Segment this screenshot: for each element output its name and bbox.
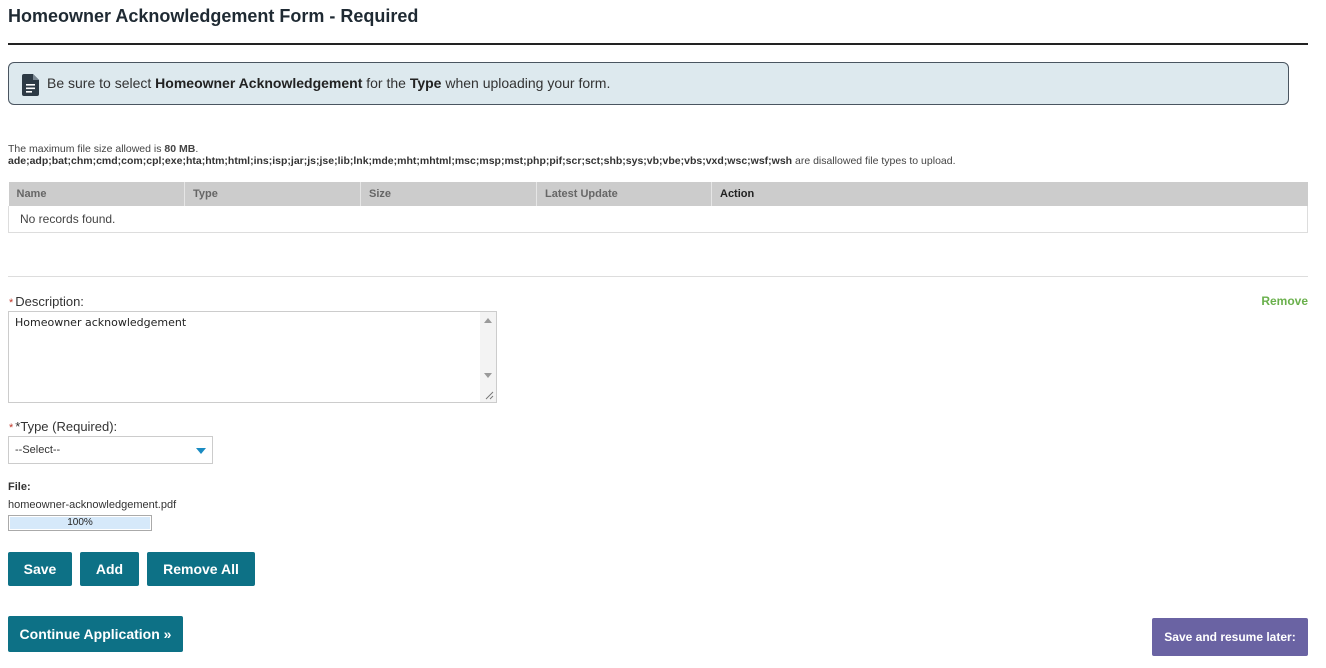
notice-banner: Be sure to select Homeowner Acknowledgem… — [8, 62, 1289, 105]
document-icon — [22, 74, 39, 96]
disallowed-types-suffix: are disallowed file types to upload. — [792, 155, 956, 167]
resize-grip-icon[interactable] — [484, 390, 494, 400]
continue-application-button[interactable]: Continue Application » — [8, 616, 183, 652]
description-textarea[interactable]: Homeowner acknowledgement — [8, 311, 497, 403]
table-header-row: Name Type Size Latest Update Action — [8, 182, 1308, 206]
add-button[interactable]: Add — [80, 552, 139, 586]
max-file-size-info: The maximum file size allowed is 80 MB. — [8, 143, 198, 155]
scroll-down-arrow-icon[interactable] — [484, 373, 492, 378]
type-label-text: *Type (Required): — [15, 419, 118, 434]
table-row: No records found. — [8, 206, 1308, 233]
chevron-down-icon — [196, 448, 206, 454]
notice-highlight-type: Type — [409, 75, 442, 91]
column-header-latest-update[interactable]: Latest Update — [536, 182, 712, 206]
max-size-value: 80 MB — [164, 143, 196, 155]
save-button[interactable]: Save — [8, 552, 72, 586]
documents-table: Name Type Size Latest Update Action No r… — [8, 182, 1308, 233]
uploaded-file-name: homeowner-acknowledgement.pdf — [8, 499, 177, 511]
notice-highlight-type-name: Homeowner Acknowledgement — [155, 75, 363, 91]
description-label: * Description: — [9, 294, 84, 309]
column-header-type[interactable]: Type — [184, 182, 361, 206]
type-select-value: --Select-- — [15, 444, 61, 456]
description-value: Homeowner acknowledgement — [15, 316, 187, 329]
max-size-prefix: The maximum file size allowed is — [8, 143, 165, 155]
section-divider — [8, 276, 1308, 277]
empty-table-message: No records found. — [8, 206, 1308, 233]
notice-text-part: Be sure to select — [47, 75, 156, 91]
disallowed-file-types-info: ade;adp;bat;chm;cmd;com;cpl;exe;hta;htm;… — [8, 155, 956, 167]
upload-progress-text: 100% — [67, 517, 93, 528]
remove-link[interactable]: Remove — [1261, 294, 1308, 308]
type-label: * *Type (Required): — [9, 419, 117, 434]
column-header-size[interactable]: Size — [360, 182, 537, 206]
max-size-suffix: . — [195, 143, 199, 155]
file-label: File: — [8, 481, 31, 493]
column-header-action: Action — [711, 182, 1308, 206]
upload-progress-bar: 100% — [8, 515, 152, 531]
title-divider — [8, 43, 1308, 45]
remove-all-button[interactable]: Remove All — [147, 552, 255, 586]
save-and-resume-later-button[interactable]: Save and resume later: — [1152, 618, 1308, 656]
required-marker: * — [9, 297, 14, 309]
disallowed-types-list: ade;adp;bat;chm;cmd;com;cpl;exe;hta;htm;… — [8, 155, 793, 167]
type-select[interactable]: --Select-- — [8, 436, 213, 464]
column-header-name[interactable]: Name — [8, 182, 185, 206]
page-title: Homeowner Acknowledgement Form - Require… — [8, 6, 419, 26]
description-label-text: Description: — [15, 294, 84, 309]
notice-text-part: for the — [362, 75, 410, 91]
textarea-scrollbar[interactable] — [480, 312, 496, 402]
required-marker: * — [9, 422, 14, 434]
notice-text-part: when uploading your form. — [441, 75, 611, 91]
notice-text: Be sure to select Homeowner Acknowledgem… — [47, 75, 610, 91]
scroll-up-arrow-icon[interactable] — [484, 318, 492, 323]
